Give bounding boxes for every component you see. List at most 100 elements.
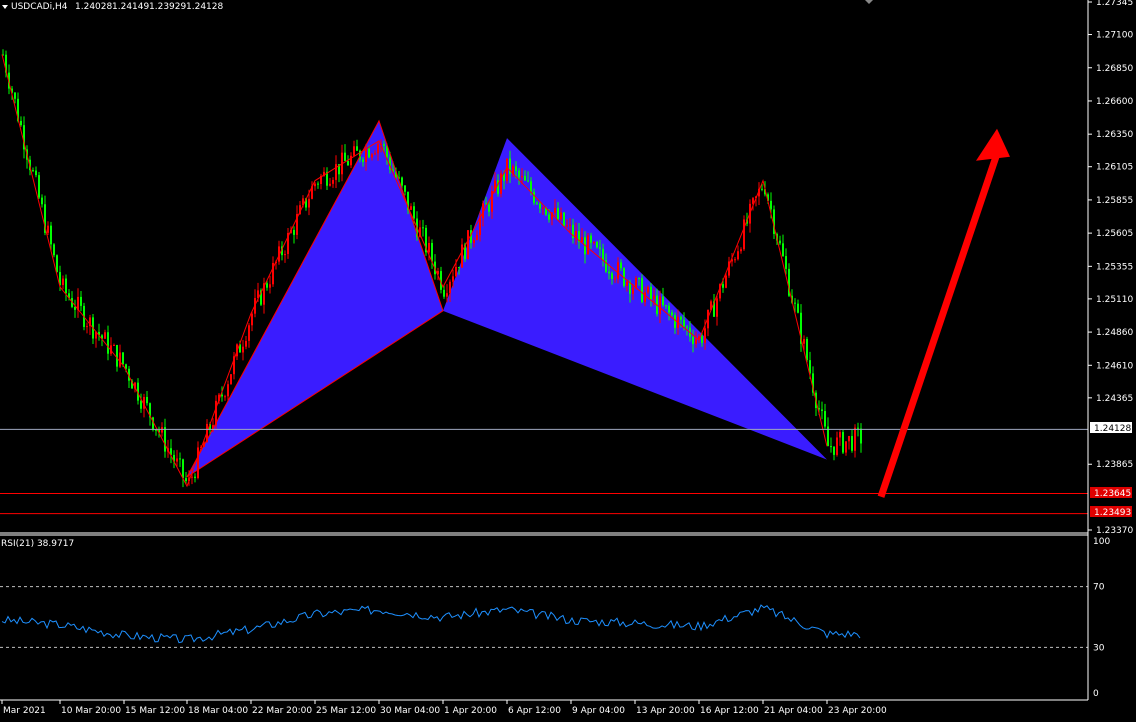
header-open: 1.24028: [75, 2, 112, 12]
chart-canvas[interactable]: USDCADi,H4 1.24028 1.24149 1.23929 1.241…: [0, 0, 1136, 722]
candle-body: [641, 278, 643, 303]
candle-body: [251, 313, 253, 326]
time-tick-label: 23 Apr 20:00: [828, 706, 887, 716]
candle-body: [314, 183, 316, 187]
candle-body: [449, 281, 451, 294]
candle-body: [176, 458, 178, 462]
candle-body: [716, 298, 718, 317]
candle-body: [599, 247, 601, 249]
candle-body: [674, 315, 676, 328]
level-lower-label: 1.23493: [1094, 508, 1131, 518]
candle-body: [479, 218, 481, 236]
candle-body: [770, 200, 772, 210]
candle-body: [488, 204, 490, 212]
candle-body: [824, 411, 826, 427]
time-tick-label: 6 Apr 12:00: [508, 706, 561, 716]
candle-body: [632, 287, 634, 294]
candle-body: [821, 409, 823, 412]
candle-body: [860, 428, 862, 444]
candle-body: [428, 242, 430, 253]
candle-body: [431, 242, 433, 262]
candle-body: [473, 239, 475, 244]
candle-body: [608, 271, 610, 274]
candle-body: [590, 235, 592, 243]
candle-body: [332, 179, 334, 184]
candle-body: [41, 197, 43, 205]
candle-body: [851, 436, 853, 451]
candle-body: [377, 144, 379, 154]
time-tick-label: 18 Mar 04:00: [188, 706, 248, 716]
candle-body: [458, 266, 460, 268]
candle-body: [404, 185, 406, 192]
candle-body: [743, 219, 745, 250]
candle-body: [65, 278, 67, 294]
candle-body: [461, 244, 463, 268]
candle-body: [56, 255, 58, 273]
candle-body: [617, 262, 619, 279]
candle-body: [539, 203, 541, 209]
candle-body: [668, 305, 670, 313]
rsi-tick-label: 0: [1093, 689, 1099, 699]
candle-body: [248, 325, 250, 341]
candle-body: [347, 160, 349, 166]
candle-body: [740, 249, 742, 252]
candle-body: [353, 146, 355, 156]
candle-body: [518, 170, 520, 178]
time-tick-label: 9 Apr 04:00: [572, 706, 625, 716]
candle-body: [32, 170, 34, 172]
time-tick-label: 30 Mar 04:00: [380, 706, 440, 716]
candle-body: [521, 175, 523, 178]
candle-body: [614, 278, 616, 280]
candle-body: [107, 332, 109, 354]
price-tick-label: 1.27345: [1096, 0, 1133, 8]
candle-body: [422, 227, 424, 229]
candle-body: [161, 427, 163, 433]
candle-body: [737, 251, 739, 260]
candle-body: [335, 164, 337, 180]
candle-body: [62, 278, 64, 286]
price-tick-label: 1.25355: [1096, 262, 1133, 272]
price-tick-label: 1.24860: [1096, 328, 1133, 338]
candle-body: [308, 198, 310, 208]
time-tick-label: 21 Apr 04:00: [764, 706, 823, 716]
candle-body: [20, 120, 22, 126]
header-low: 1.23929: [149, 2, 186, 12]
time-tick-label: Mar 2021: [3, 706, 46, 716]
candle-body: [527, 180, 529, 182]
candle-body: [635, 277, 637, 288]
candle-body: [839, 432, 841, 438]
candle-body: [761, 188, 763, 190]
candle-body: [455, 266, 457, 277]
candle-body: [833, 446, 835, 455]
rsi-tick-label: 70: [1093, 583, 1105, 593]
candle-body: [452, 276, 454, 282]
candle-body: [284, 253, 286, 256]
candle-body: [35, 170, 37, 176]
candle-body: [191, 476, 193, 478]
time-tick-label: 10 Mar 20:00: [61, 706, 121, 716]
candle-body: [47, 225, 49, 233]
candle-body: [374, 153, 376, 155]
candle-body: [695, 339, 697, 344]
candle-body: [704, 328, 706, 343]
candle-body: [848, 436, 850, 442]
candle-body: [443, 289, 445, 297]
candle-body: [368, 148, 370, 158]
candle-body: [245, 340, 247, 347]
candle-body: [146, 396, 148, 404]
candle-body: [845, 441, 847, 453]
price-tick-label: 1.25110: [1096, 295, 1133, 305]
candle-body: [155, 429, 157, 431]
price-tick-label: 1.26850: [1096, 64, 1133, 74]
candle-body: [533, 191, 535, 203]
candle-body: [116, 345, 118, 367]
chart-symbol: USDCADi,H4: [11, 2, 68, 12]
candle-body: [557, 208, 559, 220]
price-tick-label: 1.23865: [1096, 460, 1133, 470]
candle-body: [344, 152, 346, 161]
rsi-tick-label: 100: [1093, 537, 1110, 547]
candle-body: [650, 286, 652, 300]
candle-body: [653, 295, 655, 300]
candle-body: [317, 183, 319, 185]
candle-body: [563, 212, 565, 226]
